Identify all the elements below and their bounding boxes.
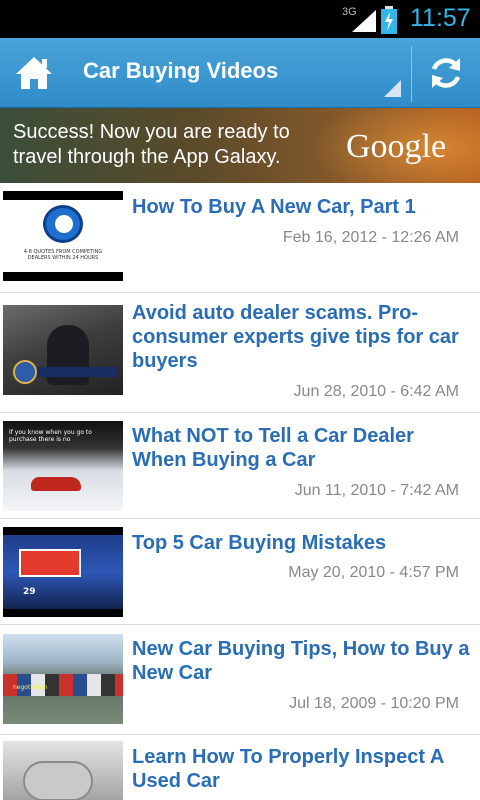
refresh-icon [431, 58, 461, 88]
thumbnail-caption: If you know when you go to purchase ther… [9, 429, 92, 443]
battery-charging-icon [381, 6, 397, 34]
thumbnail-caption: negotiation [13, 684, 48, 691]
video-date: May 20, 2010 - 4:57 PM [288, 564, 459, 581]
ad-text: Success! Now you are ready to travel thr… [13, 121, 290, 168]
clock-icon [43, 205, 83, 243]
action-bar: Car Buying Videos [0, 38, 480, 108]
ad-brand-logo: Google [346, 128, 447, 165]
video-title[interactable]: Top 5 Car Buying Mistakes [132, 531, 472, 555]
video-title[interactable]: How To Buy A New Car, Part 1 [132, 195, 472, 219]
video-thumbnail: 29 [3, 527, 123, 617]
list-item[interactable]: 4-8 QUOTES FROM COMPETING DEALERS WITHIN… [0, 183, 480, 293]
video-date: Jul 18, 2009 - 10:20 PM [289, 695, 459, 712]
video-thumbnail: If you know when you go to purchase ther… [3, 421, 123, 511]
list-item[interactable]: 29 Top 5 Car Buying Mistakes May 20, 201… [0, 519, 480, 625]
thumbnail-caption: 4-8 QUOTES FROM COMPETING DEALERS WITHIN… [23, 249, 103, 261]
video-title[interactable]: Learn How To Properly Inspect A Used Car [132, 745, 472, 793]
video-title[interactable]: What NOT to Tell a Car Dealer When Buyin… [132, 424, 472, 472]
video-title[interactable]: Avoid auto dealer scams. Pro-consumer ex… [132, 301, 472, 373]
seal-icon [13, 360, 37, 384]
video-date: Jun 11, 2010 - 7:42 AM [294, 482, 459, 499]
video-thumbnail: negotiation [3, 634, 123, 724]
video-thumbnail: 4-8 QUOTES FROM COMPETING DEALERS WITHIN… [3, 191, 123, 281]
home-button[interactable] [0, 38, 68, 108]
thumbnail-badge: 29 [23, 587, 36, 597]
video-list[interactable]: 4-8 QUOTES FROM COMPETING DEALERS WITHIN… [0, 183, 480, 800]
video-thumbnail [3, 741, 123, 800]
refresh-button[interactable] [412, 38, 480, 108]
list-item[interactable]: Avoid auto dealer scams. Pro-consumer ex… [0, 293, 480, 413]
dropdown-indicator-icon[interactable] [384, 80, 401, 97]
video-thumbnail [3, 305, 123, 395]
video-date: Feb 16, 2012 - 12:26 AM [282, 229, 459, 246]
list-item[interactable]: If you know when you go to purchase ther… [0, 413, 480, 519]
video-title[interactable]: New Car Buying Tips, How to Buy a New Ca… [132, 637, 472, 685]
list-item[interactable]: Learn How To Properly Inspect A Used Car [0, 735, 480, 800]
signal-icon [352, 10, 376, 32]
status-bar: 3G 11:57 [0, 0, 480, 38]
ad-banner[interactable]: Success! Now you are ready to travel thr… [0, 108, 480, 183]
list-item[interactable]: negotiation New Car Buying Tips, How to … [0, 625, 480, 735]
page-title[interactable]: Car Buying Videos [83, 58, 278, 84]
clock: 11:57 [410, 4, 471, 32]
home-icon [16, 57, 52, 89]
video-date: Jun 28, 2010 - 6:42 AM [293, 383, 459, 400]
